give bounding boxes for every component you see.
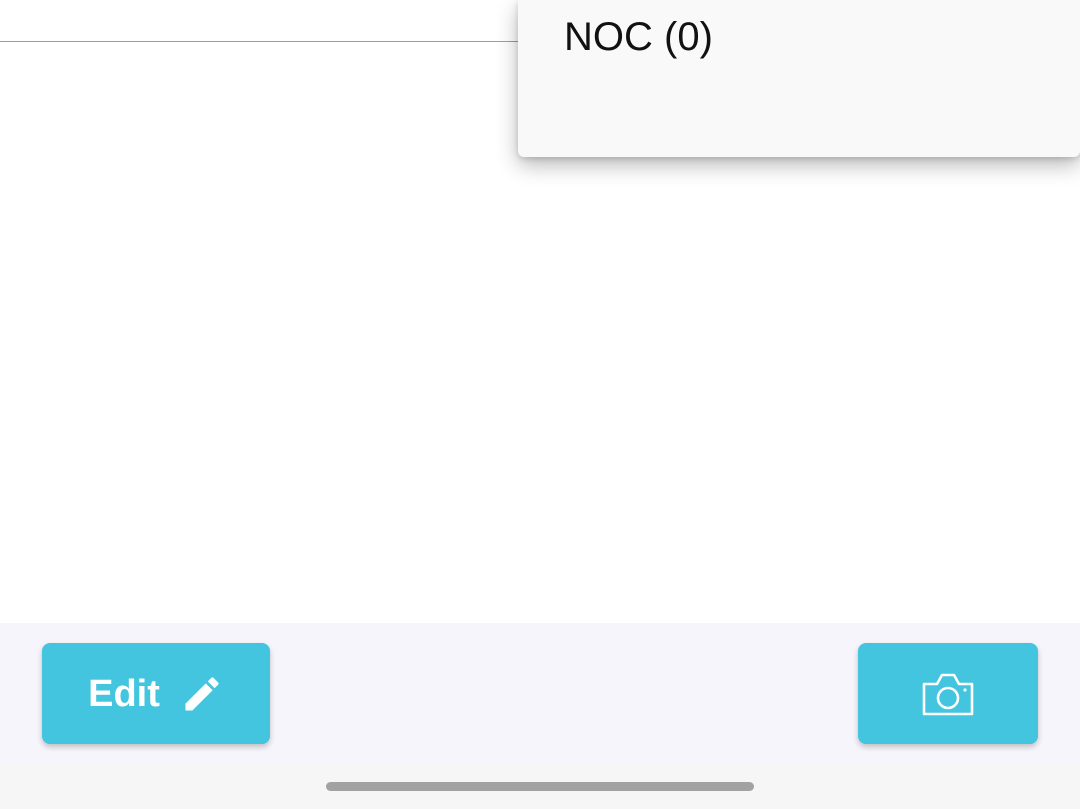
edit-button[interactable]: Edit: [42, 643, 270, 744]
menu-item-noc[interactable]: NOC (0): [564, 12, 713, 62]
divider: [0, 41, 530, 42]
edit-button-label: Edit: [88, 672, 160, 715]
popup-menu: NOC (0): [518, 0, 1080, 157]
camera-icon: [920, 670, 976, 718]
home-indicator[interactable]: [326, 782, 754, 791]
camera-button[interactable]: [858, 643, 1038, 744]
pencil-icon: [180, 672, 224, 716]
